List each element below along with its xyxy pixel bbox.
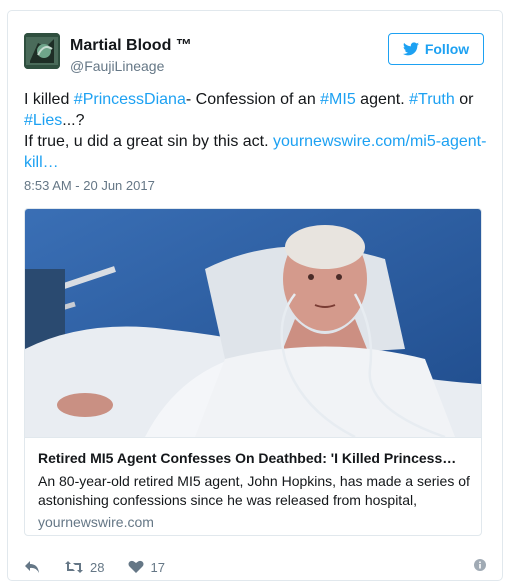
link-preview-card[interactable]: Retired MI5 Agent Confesses On Deathbed:… <box>24 208 482 536</box>
twitter-bird-icon <box>402 42 419 56</box>
preview-title[interactable]: Retired MI5 Agent Confesses On Deathbed:… <box>38 450 468 466</box>
follow-label: Follow <box>424 41 470 57</box>
tweet-text-segment: or <box>454 91 474 108</box>
preview-domain[interactable]: yournewswire.com <box>38 514 154 530</box>
preview-image[interactable] <box>25 209 481 437</box>
avatar[interactable] <box>24 33 60 69</box>
hashtag-mi5[interactable]: #MI5 <box>320 91 356 108</box>
retweet-icon <box>65 561 83 573</box>
tweet-actions: 28 17 <box>24 557 486 577</box>
follow-button[interactable]: Follow <box>388 33 484 65</box>
hashtag-truth[interactable]: #Truth <box>409 91 455 108</box>
info-icon <box>474 559 486 571</box>
tweet-timestamp[interactable]: 8:53 AM - 20 Jun 2017 <box>24 178 155 193</box>
tweet-card: Martial Blood ™ @FaujiLineage Follow I k… <box>7 10 503 581</box>
retweet-count: 28 <box>90 559 105 575</box>
reply-button[interactable] <box>24 560 40 574</box>
retweet-button[interactable]: 28 <box>64 560 104 575</box>
tweet-text: I killed #PrincessDiana- Confession of a… <box>24 89 494 173</box>
tweet-text-segment: If true, u did a great sin by this act. <box>24 133 274 150</box>
author-handle[interactable]: @FaujiLineage <box>70 58 164 74</box>
reply-icon <box>25 561 39 573</box>
tweet-text-segment: - Confession of an <box>185 91 321 108</box>
preview-body[interactable]: Retired MI5 Agent Confesses On Deathbed:… <box>25 437 481 530</box>
tweet-text-segment: ...? <box>62 112 85 129</box>
heart-icon <box>128 560 144 573</box>
hashtag-lies[interactable]: #Lies <box>24 112 62 129</box>
preview-description: An 80-year-old retired MI5 agent, John H… <box>38 473 470 508</box>
info-button[interactable] <box>474 559 486 574</box>
tweet-text-segment: I killed <box>24 91 74 108</box>
hashtag-princessdiana[interactable]: #PrincessDiana <box>74 91 186 108</box>
like-button[interactable]: 17 <box>128 559 165 575</box>
like-count: 17 <box>150 559 165 575</box>
tweet-text-segment: agent. <box>355 91 410 108</box>
author-name[interactable]: Martial Blood ™ <box>70 37 192 55</box>
